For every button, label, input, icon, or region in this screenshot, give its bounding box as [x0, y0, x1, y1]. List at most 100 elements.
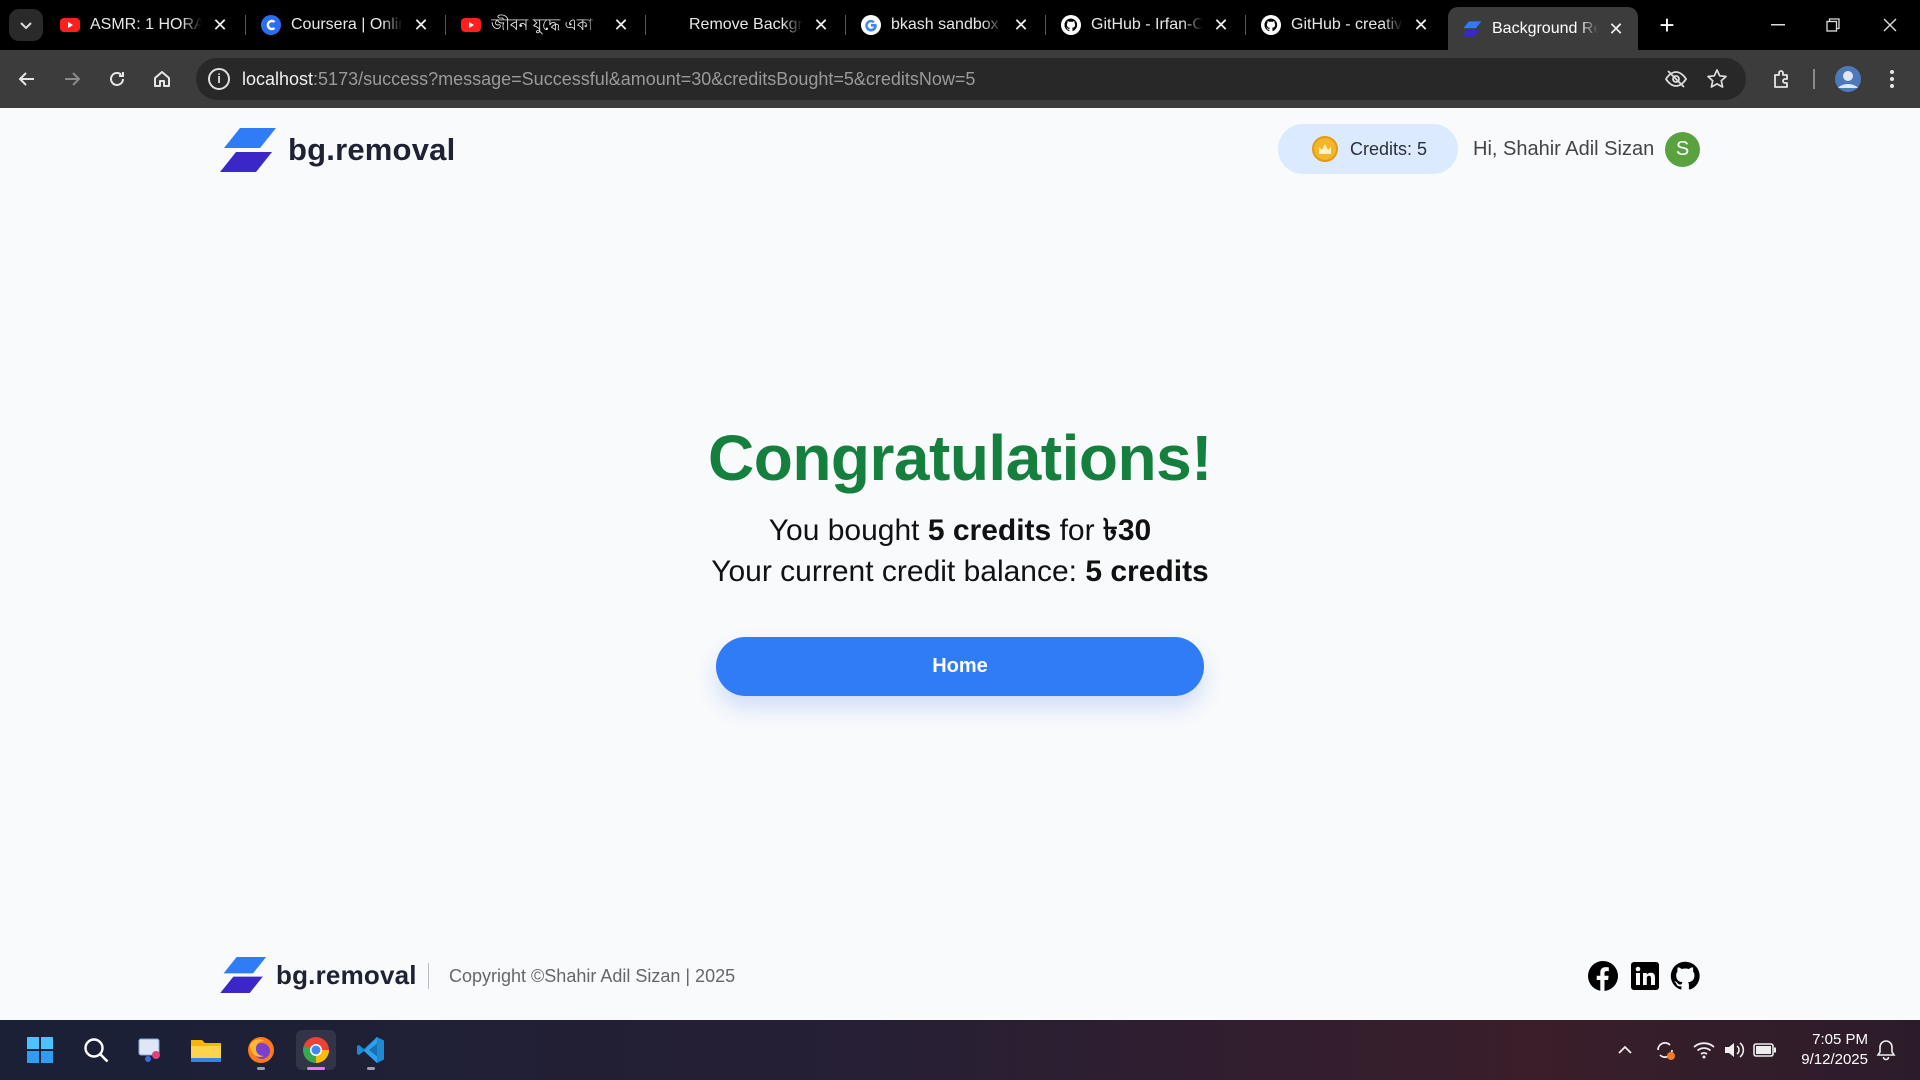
tab-title: GitHub - Irfan-Ch [1091, 16, 1203, 33]
bookmark-star-icon[interactable] [1705, 67, 1729, 91]
wifi-icon[interactable] [1692, 1038, 1716, 1062]
taskbar-app-file-explorer[interactable] [186, 1030, 226, 1070]
home-icon [154, 71, 170, 87]
home-page-button[interactable] [146, 63, 178, 95]
tab-title: Remove Background [689, 16, 803, 33]
github-icon [1061, 15, 1081, 35]
minimize-icon [1771, 24, 1785, 26]
new-tab-button[interactable]: + [1652, 11, 1682, 41]
close-tab-icon[interactable]: ✕ [811, 15, 831, 35]
snipping-tool-icon [138, 1038, 160, 1062]
tab-youtube-bangla[interactable]: জীবন যুদ্ধে একা ✕ [447, 7, 643, 43]
credits-label: Credits: 5 [1350, 138, 1428, 159]
notifications-icon[interactable] [1874, 1038, 1898, 1062]
firefox-icon [248, 1037, 274, 1063]
tab-github-irfan[interactable]: GitHub - Irfan-Ch ✕ [1047, 7, 1243, 43]
bg-removal-icon [1462, 19, 1482, 39]
reload-button[interactable] [101, 63, 133, 95]
running-indicator [367, 1067, 375, 1070]
tab-coursera[interactable]: Coursera | Online ✕ [247, 7, 443, 43]
tab-title: bkash sandbox n [891, 16, 1003, 33]
tab-divider [645, 15, 646, 35]
github-icon[interactable] [1670, 961, 1700, 991]
minimize-button[interactable] [1758, 10, 1798, 40]
close-tab-icon[interactable]: ✕ [210, 15, 230, 35]
clock-date: 9/12/2025 [1801, 1051, 1868, 1068]
logo-text: bg.removal [276, 959, 417, 990]
close-tab-icon[interactable]: ✕ [611, 15, 631, 35]
windows-taskbar: 7:05 PM 9/12/2025 [0, 1020, 1920, 1080]
extensions-button[interactable] [1766, 63, 1798, 95]
site-info-icon[interactable]: i [208, 68, 230, 90]
close-tab-icon[interactable]: ✕ [411, 15, 431, 35]
restore-icon [1826, 18, 1840, 32]
close-tab-icon[interactable]: ✕ [1411, 15, 1431, 35]
show-hidden-icons-button[interactable] [1613, 1038, 1637, 1062]
home-button[interactable]: Home [716, 637, 1204, 696]
more-vertical-icon [1890, 70, 1894, 88]
header-logo[interactable]: bg.removal [220, 128, 455, 172]
footer-logo[interactable]: bg.removal [220, 957, 417, 993]
success-section: Congratulations! You bought 5 credits fo… [0, 416, 1920, 592]
clock-time: 7:05 PM [1812, 1031, 1868, 1048]
toolbar-divider [1813, 69, 1815, 89]
system-clock[interactable]: 7:05 PM 9/12/2025 [1788, 1030, 1868, 1070]
linkedin-icon[interactable] [1630, 961, 1660, 991]
bg-removal-logo-icon [220, 957, 267, 993]
tab-divider [245, 15, 246, 35]
taskbar-app-firefox[interactable] [241, 1030, 281, 1070]
taskbar-app-snipping-tool[interactable] [131, 1030, 171, 1070]
congratulations-title: Congratulations! [708, 422, 1212, 494]
running-indicator [257, 1067, 265, 1070]
amount-paid-value: ৳30 [1102, 514, 1152, 547]
reload-icon [110, 72, 124, 86]
close-tab-icon[interactable]: ✕ [1211, 15, 1231, 35]
url-text[interactable]: localhost:5173/success?message=Successfu… [242, 69, 975, 90]
close-icon [1883, 18, 1897, 32]
profile-avatar-icon [1835, 66, 1861, 92]
tab-background-removal-active[interactable]: Background Rem ✕ [1448, 7, 1638, 50]
google-icon [861, 15, 881, 35]
copyright-text: Copyright ©Shahir Adil Sizan | 2025 [449, 966, 736, 986]
close-window-button[interactable] [1870, 10, 1910, 40]
windows-start-button[interactable] [20, 1030, 60, 1070]
volume-icon[interactable] [1722, 1038, 1746, 1062]
youtube-icon [60, 15, 80, 35]
user-avatar[interactable]: S [1665, 132, 1700, 167]
browser-toolbar: i localhost:5173/success?message=Success… [0, 50, 1920, 108]
tab-remove-background[interactable]: Remove Background ✕ [647, 7, 843, 43]
chevron-down-icon [20, 22, 32, 30]
balance-summary: Your current credit balance: 5 credits [711, 555, 1209, 588]
tab-google-bkash[interactable]: bkash sandbox n ✕ [847, 7, 1043, 43]
tab-youtube-asmr[interactable]: ASMR: 1 HORA de ✕ [46, 7, 242, 43]
tab-title: Coursera | Online [291, 16, 403, 33]
facebook-icon[interactable] [1588, 961, 1618, 991]
close-tab-icon[interactable]: ✕ [1011, 15, 1031, 35]
back-button[interactable] [11, 63, 43, 95]
sync-status-icon[interactable] [1653, 1038, 1677, 1062]
browser-menu-button[interactable] [1876, 63, 1908, 95]
arrow-left-icon [18, 72, 34, 86]
credits-balance-value: 5 credits [1085, 555, 1209, 588]
tab-search-button[interactable] [9, 9, 43, 41]
restore-button[interactable] [1813, 10, 1853, 40]
tab-github-creative[interactable]: GitHub - creative ✕ [1247, 7, 1443, 43]
chevron-up-icon [1618, 1045, 1632, 1054]
credits-coin-icon [1312, 136, 1338, 162]
bg-removal-logo-icon [220, 128, 276, 172]
eye-off-icon[interactable] [1664, 67, 1688, 91]
taskbar-app-chrome[interactable] [296, 1030, 336, 1070]
youtube-icon [461, 15, 481, 35]
vscode-icon [357, 1037, 384, 1063]
taskbar-app-vscode[interactable] [351, 1030, 391, 1070]
forward-button[interactable] [56, 63, 88, 95]
windows-start-icon [27, 1037, 53, 1063]
puzzle-icon [1774, 70, 1788, 88]
credits-button[interactable]: Credits: 5 [1278, 124, 1458, 174]
close-tab-icon[interactable]: ✕ [1606, 19, 1626, 39]
coursera-icon [261, 15, 281, 35]
search-button[interactable] [76, 1030, 116, 1070]
address-bar[interactable]: i localhost:5173/success?message=Success… [196, 58, 1746, 100]
profile-button[interactable] [1832, 63, 1864, 95]
battery-icon[interactable] [1753, 1038, 1777, 1062]
